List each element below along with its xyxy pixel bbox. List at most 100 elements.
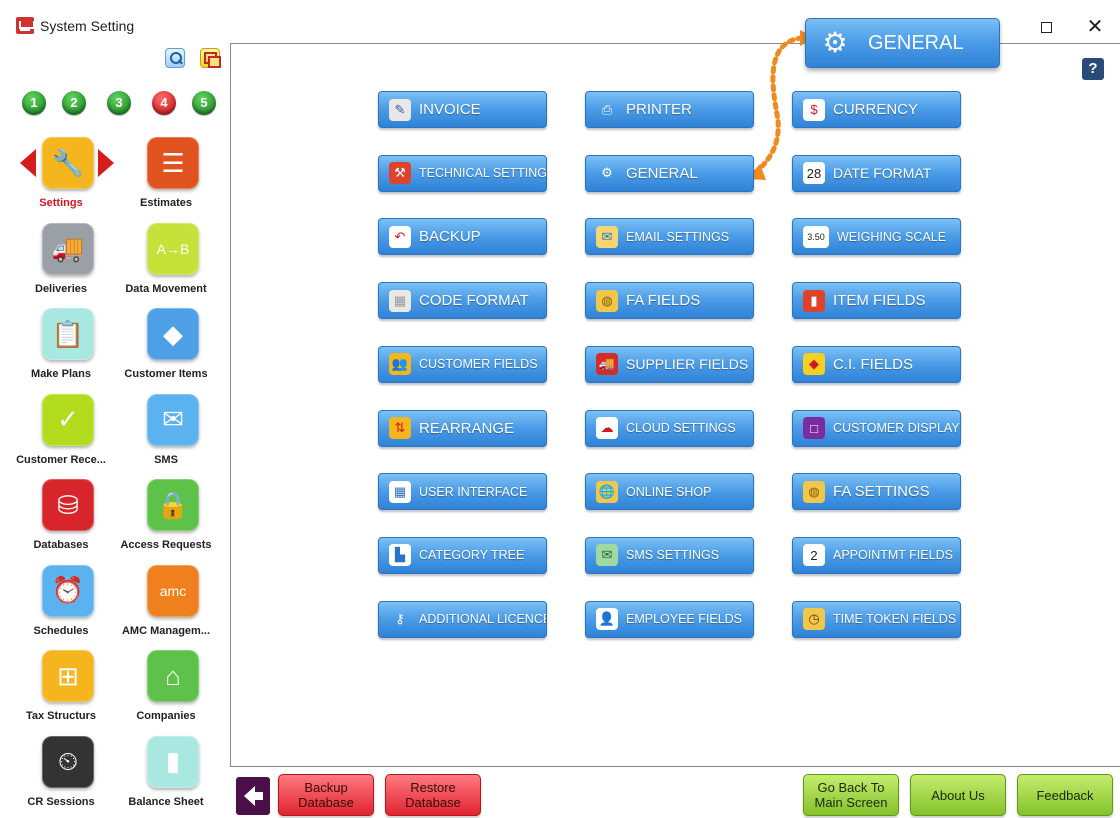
sidebar-item-tax-structurs[interactable]: ⊞ Tax Structurs — [16, 650, 106, 734]
date-format-button[interactable]: 28 DATE FORMAT — [792, 154, 961, 192]
fa-settings-button[interactable]: ◍ FA SETTINGS — [792, 473, 961, 511]
sidebar-item-label: Access Requests — [120, 539, 212, 551]
sidebar-item-label: Balance Sheet — [128, 795, 204, 808]
invoice-button[interactable]: ✎ INVOICE — [378, 91, 547, 128]
sidebar-item-estimates[interactable]: ☰ Estimates — [121, 137, 211, 221]
sidebar-item-deliveries[interactable]: 🚚 Deliveries — [16, 222, 106, 307]
weighing-scale-button[interactable]: 3.50 WEIGHING SCALE — [792, 218, 961, 256]
feedback-button[interactable]: Feedback — [1017, 774, 1113, 816]
general-button[interactable]: ⚙ GENERAL — [585, 154, 754, 192]
truck-icon: 🚚 — [596, 353, 618, 376]
help-button[interactable]: ? — [1082, 58, 1104, 80]
close-button[interactable]: ✕ — [1082, 14, 1108, 40]
sidebar-item-make-plans[interactable]: 📋 Make Plans — [16, 308, 106, 392]
additional-licences-label: ADDITIONAL LICENCES — [419, 612, 547, 627]
code-format-button[interactable]: ▦ CODE FORMAT — [378, 282, 547, 320]
sms-settings-button[interactable]: ✉ SMS SETTINGS — [585, 536, 754, 574]
sidebar-item-balance-sheet[interactable]: ▮ Balance Sheet — [121, 735, 211, 818]
sidebar-item-label: CR Sessions — [27, 795, 95, 808]
sidebar-item-companies[interactable]: ⌂ Companies — [121, 650, 211, 734]
back-button[interactable] — [236, 777, 270, 815]
customer-fields-button[interactable]: 👥 CUSTOMER FIELDS — [378, 345, 547, 383]
printer-label: PRINTER — [626, 101, 692, 118]
page-number-5[interactable]: 5 — [192, 91, 216, 115]
sidebar-item-settings[interactable]: 🔧 Settings — [16, 137, 114, 221]
category-tree-button[interactable]: ▙ CATEGORY TREE — [378, 536, 547, 574]
time-token-fields-button[interactable]: ◷ TIME TOKEN FIELDS — [792, 600, 961, 638]
page-number-4[interactable]: 4 — [152, 91, 176, 115]
printer-icon: ⎙ — [601, 101, 613, 117]
go-back-main-button[interactable]: Go Back To Main Screen — [803, 774, 899, 816]
about-us-button[interactable]: About Us — [910, 774, 1006, 816]
sidebar-item-cr-sessions[interactable]: ⏲ CR Sessions — [16, 735, 106, 818]
additional-licences-button[interactable]: ⚷ ADDITIONAL LICENCES — [378, 600, 547, 638]
email-settings-button[interactable]: ✉ EMAIL SETTINGS — [585, 218, 754, 256]
copy-windows-button[interactable] — [200, 48, 221, 68]
c-i-fields-button[interactable]: ◆ C.I. FIELDS — [792, 345, 961, 383]
restore-database-button[interactable]: Restore Database — [385, 774, 481, 816]
shapes-icon: ◆ — [147, 308, 199, 360]
prev-arrow-icon[interactable] — [20, 149, 36, 177]
calendar-icon: 28 — [803, 162, 825, 185]
technical-settings-button[interactable]: ⚒ TECHNICAL SETTINGS — [378, 154, 547, 192]
maximize-button[interactable] — [1033, 14, 1059, 40]
technical-icon: ⚒ — [389, 162, 411, 185]
amc-icon: amc — [147, 564, 199, 617]
page-number-1[interactable]: 1 — [22, 91, 46, 115]
tools-icon: 🔧 — [42, 137, 94, 189]
customer-display-button[interactable]: □ CUSTOMER DISPLAY — [792, 409, 961, 447]
rearrange-button[interactable]: ⇅ REARRANGE — [378, 409, 547, 447]
online-shop-button[interactable]: 🌐 ONLINE SHOP — [585, 473, 754, 511]
employee-fields-button[interactable]: 👤 EMPLOYEE FIELDS — [585, 600, 754, 638]
weighing-scale-label: WEIGHING SCALE — [837, 229, 947, 244]
globe-icon: 🌐 — [596, 480, 618, 503]
appointmt-fields-button[interactable]: 2 APPOINTMT FIELDS — [792, 536, 961, 574]
shopping-cart-app-icon — [16, 17, 35, 34]
sidebar-item-amc-managem[interactable]: amc AMC Managem... — [121, 564, 211, 649]
sidebar-item-label: Settings — [39, 197, 83, 209]
sidebar-item-customer-rece[interactable]: ✓ Customer Rece... — [16, 393, 106, 478]
rearrange-label: REARRANGE — [419, 419, 515, 437]
cloud-settings-button[interactable]: ☁ CLOUD SETTINGS — [585, 409, 754, 447]
sidebar-item-customer-items[interactable]: ◆ Customer Items — [121, 308, 211, 392]
settings-panel — [230, 43, 1120, 767]
fa-settings-label: FA SETTINGS — [833, 483, 930, 501]
next-arrow-icon[interactable] — [98, 149, 114, 177]
employee-fields-label: EMPLOYEE FIELDS — [626, 612, 743, 627]
printer-button[interactable]: ⎙ PRINTER — [585, 91, 754, 128]
currency-button[interactable]: $ CURRENCY — [792, 91, 961, 128]
sidebar-item-label: Schedules — [33, 624, 89, 637]
sidebar-item-sms[interactable]: ✉ SMS — [121, 393, 211, 478]
backup-button[interactable]: ↶ BACKUP — [378, 218, 547, 256]
item-fields-button[interactable]: ▮ ITEM FIELDS — [792, 282, 961, 320]
cash-register-icon: ⏲ — [42, 735, 94, 788]
sidebar-item-data-movement[interactable]: A→B Data Movement — [121, 222, 211, 307]
delivery-truck-icon: 🚚 — [42, 222, 94, 275]
category-tree-icon: ▙ — [389, 544, 411, 567]
database-icon: ⛁ — [42, 479, 94, 531]
supplier-fields-button[interactable]: 🚚 SUPPLIER FIELDS — [585, 345, 754, 383]
alarm-clock-icon: ⏰ — [42, 564, 94, 617]
currency-icon: $ — [803, 98, 825, 121]
supplier-fields-label: SUPPLIER FIELDS — [626, 356, 749, 373]
email-settings-label: EMAIL SETTINGS — [626, 229, 730, 244]
search-button[interactable] — [165, 48, 185, 68]
currency-label: CURRENCY — [833, 101, 919, 118]
sidebar-item-schedules[interactable]: ⏰ Schedules — [16, 564, 106, 649]
sidebar-item-label: Deliveries — [35, 282, 87, 295]
sidebar-item-access-requests[interactable]: 🔒 Access Requests — [120, 479, 212, 563]
user-interface-button[interactable]: ▦ USER INTERFACE — [378, 473, 547, 511]
page-number-2[interactable]: 2 — [62, 91, 86, 115]
sidebar-item-databases[interactable]: ⛁ Databases — [16, 479, 106, 563]
backup-database-button[interactable]: Backup Database — [278, 774, 374, 816]
scale-icon: 3.50 — [803, 225, 829, 248]
coins-icon: ◍ — [596, 289, 618, 312]
backup-undo-icon: ↶ — [389, 225, 411, 248]
customer-fields-label: CUSTOMER FIELDS — [419, 357, 538, 372]
page-number-3[interactable]: 3 — [107, 91, 131, 115]
technical-settings-label: TECHNICAL SETTINGS — [419, 166, 547, 181]
general-callout: ⚙ GENERAL — [805, 18, 1000, 68]
sidebar-item-label: Data Movement — [125, 282, 207, 295]
display-icon: □ — [803, 417, 825, 439]
fa-fields-button[interactable]: ◍ FA FIELDS — [585, 282, 754, 320]
